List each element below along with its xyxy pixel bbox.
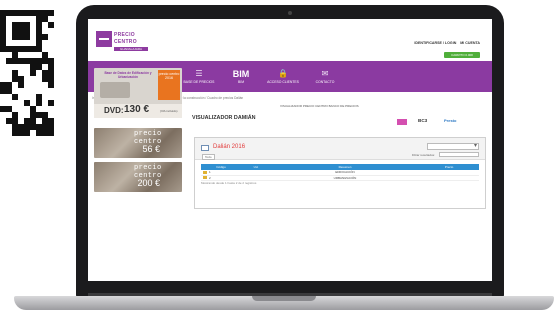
viewer-title: Dalián 2016 [213, 144, 246, 150]
bim-icon: BIM [232, 69, 250, 79]
dvd-box-image [100, 82, 130, 98]
nav-label: ACCESO CLIENTES [267, 80, 299, 84]
nav-item-contacto[interactable]: ✉ CONTACTO [304, 61, 346, 92]
contact-icon: ✉ [321, 69, 329, 78]
price-viewer: Dalián 2016 Filtrar resultados: Todo Cód… [194, 137, 486, 209]
webcam-icon [288, 11, 292, 15]
logo-mark-icon [96, 31, 112, 47]
banner-price: 200 € [137, 178, 160, 188]
qr-module [48, 130, 54, 136]
nav-label: BIM [237, 80, 245, 84]
banner-database-dvd[interactable]: Base de Datos de Edificación y Urbanizac… [94, 68, 182, 118]
banner-precio-centro-56[interactable]: precio centro 56 € [94, 128, 182, 158]
nav-item-bim[interactable]: BIM BIM [220, 61, 262, 92]
download-button[interactable] [397, 119, 407, 125]
viewer-icon [201, 145, 209, 151]
price-table: Código Ud. Resumen Precio 1 EDIFICACIÓN [201, 164, 479, 181]
table-cell: 2 [201, 175, 241, 181]
viewer-select[interactable] [427, 142, 479, 150]
banner-title: Base de Datos de Edificación y Urbanizac… [104, 71, 152, 79]
table-footer: Mostrando desde 1 hasta 2 de 2 registros [201, 181, 257, 185]
database-icon: ☰ [195, 69, 203, 78]
search-input[interactable] [439, 152, 479, 157]
login-link[interactable]: IDENTIFICARSE / LOGIN [414, 41, 456, 45]
site-logo[interactable]: PRECIO CENTRO GUADALAJARA [96, 31, 150, 57]
code-value: 2 [209, 175, 211, 180]
nav-item-base-precios[interactable]: ☰ BASE DE PRECIOS [178, 61, 220, 92]
nav-label: CONTACTO [315, 80, 335, 84]
scene: PRECIO CENTRO GUADALAJARA IDENTIFICARSE … [0, 0, 555, 314]
nav-item-acceso-clientes[interactable]: 🔒 ACCESO CLIENTES [262, 61, 304, 92]
code-value: 1 [209, 170, 211, 175]
bc3-logo[interactable]: BC3 [418, 118, 427, 123]
account-links: IDENTIFICARSE / LOGIN MI CUENTA [414, 41, 480, 45]
folder-icon [203, 176, 207, 180]
table-row[interactable]: 2 URBANIZACIÓN [201, 175, 479, 181]
cart-button[interactable]: CARRITO 0.00€ [444, 52, 480, 58]
logo-text-line2: CENTRO [114, 39, 137, 45]
table-cell: URBANIZACIÓN [271, 175, 419, 181]
banner-badge: precio centro 2016 [158, 70, 180, 100]
table-cell [419, 175, 479, 181]
qr-code [0, 10, 54, 138]
banner-precio-centro-200[interactable]: precio centro 200 € [94, 162, 182, 192]
presto-logo[interactable]: Presto [444, 118, 456, 123]
nav-label: BASE DE PRECIOS [183, 80, 215, 84]
lock-icon: 🔒 [278, 69, 288, 78]
folder-icon [203, 170, 207, 174]
laptop-base [14, 296, 554, 310]
search-label: Filtrar resultados: [411, 153, 435, 157]
all-button[interactable]: Todo [202, 154, 215, 160]
banner-price-row: DVD: 130 € (IVA incluido) [94, 104, 182, 118]
laptop-lid: PRECIO CENTRO GUADALAJARA IDENTIFICARSE … [76, 5, 504, 299]
laptop-screen: PRECIO CENTRO GUADALAJARA IDENTIFICARSE … [88, 19, 492, 281]
viewer-toolbar: Dalián 2016 Filtrar resultados: Todo [195, 138, 485, 160]
site-header: PRECIO CENTRO GUADALAJARA IDENTIFICARSE … [88, 19, 492, 61]
dvd-price: 130 € [124, 104, 150, 115]
dvd-label: DVD: [104, 106, 124, 115]
viewer-top-note: VISUALIZADOR PRECIO CENTRO BANCO DE PREC… [280, 104, 359, 108]
page-title: VISUALIZADOR DAMIÁN [192, 115, 256, 121]
price-note: (IVA incluido) [160, 109, 178, 113]
banner-price: 56 € [142, 144, 160, 154]
table-cell [241, 175, 271, 181]
logo-tag: GUADALAJARA [114, 47, 148, 51]
logo-text-line1: PRECIO [114, 32, 135, 38]
my-account-link[interactable]: MI CUENTA [460, 41, 480, 45]
laptop-notch [252, 296, 316, 301]
